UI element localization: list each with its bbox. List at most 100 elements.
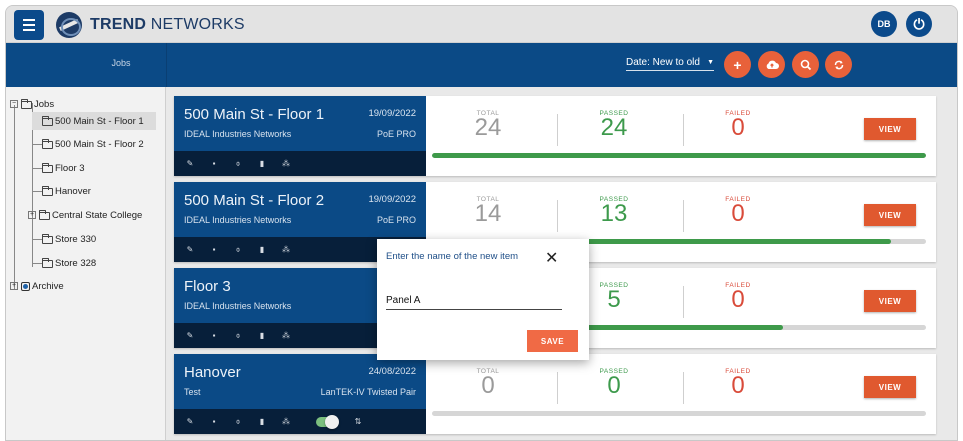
view-button[interactable]: VIEW: [864, 118, 916, 140]
save-button[interactable]: SAVE: [527, 330, 578, 352]
stat-value: 24: [600, 114, 628, 141]
globe-logo-icon: [56, 12, 82, 38]
passed-stat: PASSED 24: [584, 110, 644, 141]
stat-divider: [683, 286, 684, 318]
total-stat: TOTAL 14: [458, 196, 518, 226]
hierarchy-icon[interactable]: ⁂: [282, 331, 290, 340]
job-header[interactable]: 500 Main St - Floor 1 19/09/2022 IDEAL I…: [174, 96, 426, 151]
tree-node-label: Jobs: [34, 98, 55, 110]
job-name: Hanover: [184, 364, 241, 381]
job-header[interactable]: 500 Main St - Floor 2 19/09/2022 IDEAL I…: [174, 182, 426, 237]
tree-node-label: Store 328: [55, 257, 97, 269]
job-name: Floor 3: [184, 278, 231, 295]
job-company: IDEAL Industries Networks: [184, 215, 292, 225]
edit-icon[interactable]: ✎: [186, 417, 194, 426]
folder-icon: [42, 257, 53, 268]
active-toggle[interactable]: [316, 414, 339, 429]
document-icon[interactable]: ▪: [210, 417, 218, 426]
tree-node-job[interactable]: 500 Main St - Floor 2: [42, 135, 144, 153]
edit-icon[interactable]: ✎: [186, 245, 194, 254]
job-type: PoE PRO: [376, 129, 416, 139]
delete-icon[interactable]: ▮: [258, 159, 266, 168]
progress-bar: [432, 153, 926, 158]
tree-node-job[interactable]: Store 330: [42, 230, 96, 248]
expand-icon[interactable]: +: [28, 211, 36, 219]
tree-node-job[interactable]: Store 328: [42, 254, 96, 272]
app-window: TREND NETWORKS DB ⏻ Jobs Date: New to ol…: [5, 5, 958, 441]
folder-icon: [21, 98, 32, 109]
close-icon[interactable]: ✕: [545, 251, 558, 267]
tree-node-job[interactable]: 500 Main St - Floor 1: [32, 112, 156, 130]
sync-icon: [834, 60, 843, 69]
edit-icon[interactable]: ✎: [186, 331, 194, 340]
sync-button[interactable]: [825, 51, 852, 78]
jobs-toolbar: Jobs Date: New to old ▼ +: [6, 43, 957, 87]
tree-node-label: Floor 3: [55, 162, 85, 174]
attachment-icon[interactable]: ⌽: [234, 417, 242, 426]
tree-node-jobs[interactable]: − Jobs: [10, 95, 54, 113]
sort-select[interactable]: Date: New to old ▼: [626, 57, 714, 71]
total-stat: TOTAL 24: [458, 110, 518, 140]
tree-node-job[interactable]: Hanover: [42, 182, 91, 200]
passed-stat: PASSED 13: [584, 196, 644, 226]
item-name-input[interactable]: [386, 292, 562, 310]
folder-icon: [42, 185, 53, 196]
expand-icon[interactable]: +: [10, 282, 18, 290]
menu-icon[interactable]: [14, 10, 44, 40]
failed-stat: FAILED 0: [708, 196, 768, 226]
new-item-dialog: Enter the name of the new item ✕ SAVE: [377, 239, 589, 360]
view-button[interactable]: VIEW: [864, 290, 916, 312]
document-icon[interactable]: ▪: [210, 159, 218, 168]
stat-value: 0: [607, 372, 621, 399]
progress-bar: [432, 411, 926, 416]
user-avatar[interactable]: DB: [871, 11, 897, 37]
tree-node-label: Archive: [32, 280, 64, 292]
top-bar: TREND NETWORKS DB ⏻: [6, 6, 957, 43]
view-button[interactable]: VIEW: [864, 204, 916, 226]
folder-icon: [42, 138, 53, 149]
tree-node-label: 500 Main St - Floor 1: [55, 115, 144, 127]
job-card: Hanover 24/08/2022 Test LanTEK-IV Twiste…: [174, 354, 936, 434]
passed-stat: PASSED 5: [584, 282, 644, 312]
job-company: IDEAL Industries Networks: [184, 129, 292, 139]
job-date: 24/08/2022: [368, 366, 416, 377]
stat-divider: [557, 200, 558, 232]
folder-icon: [39, 209, 50, 220]
power-icon[interactable]: ⏻: [906, 11, 932, 37]
stat-divider: [683, 114, 684, 146]
tree-node-archive[interactable]: + Archive: [10, 277, 64, 295]
delete-icon[interactable]: ▮: [258, 417, 266, 426]
delete-icon[interactable]: ▮: [258, 245, 266, 254]
toolbar-divider: [166, 43, 167, 87]
hierarchy-icon[interactable]: ⁂: [282, 159, 290, 168]
hierarchy-icon[interactable]: ⁂: [282, 417, 290, 426]
job-name: 500 Main St - Floor 2: [184, 192, 325, 209]
tree-line: [32, 168, 42, 169]
dialog-title: Enter the name of the new item: [386, 251, 519, 262]
delete-icon[interactable]: ▮: [258, 331, 266, 340]
attachment-icon[interactable]: ⌽: [234, 245, 242, 254]
tree-node-job[interactable]: + Central State College: [28, 206, 142, 224]
folder-icon: [42, 233, 53, 244]
hierarchy-icon[interactable]: ⁂: [282, 245, 290, 254]
caret-down-icon: ▼: [707, 59, 714, 66]
cloud-upload-icon: [766, 60, 779, 69]
tree-node-job[interactable]: Floor 3: [42, 159, 85, 177]
document-icon[interactable]: ▪: [210, 245, 218, 254]
edit-icon[interactable]: ✎: [186, 159, 194, 168]
view-button[interactable]: VIEW: [864, 376, 916, 398]
search-button[interactable]: [792, 51, 819, 78]
attachment-icon[interactable]: ⌽: [234, 159, 242, 168]
cloud-upload-button[interactable]: [758, 51, 785, 78]
folder-icon: [42, 115, 53, 126]
collapse-icon[interactable]: −: [10, 100, 18, 108]
sort-arrows-icon[interactable]: ⇅: [354, 417, 362, 426]
document-icon[interactable]: ▪: [210, 331, 218, 340]
job-header[interactable]: Hanover 24/08/2022 Test LanTEK-IV Twiste…: [174, 354, 426, 409]
tree-node-label: Hanover: [55, 185, 91, 197]
total-stat: TOTAL 0: [458, 368, 518, 398]
failed-stat: FAILED 0: [708, 110, 768, 140]
add-job-button[interactable]: +: [724, 51, 751, 78]
attachment-icon[interactable]: ⌽: [234, 331, 242, 340]
passed-stat: PASSED 0: [584, 368, 644, 399]
